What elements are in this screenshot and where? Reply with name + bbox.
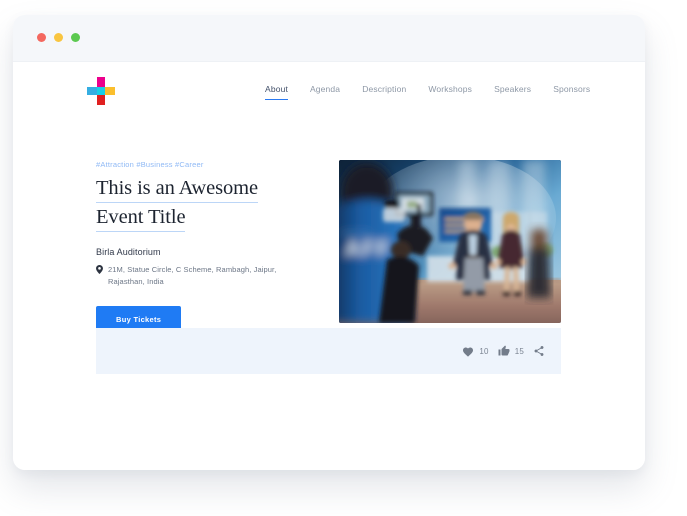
- location-pin-icon: [96, 265, 103, 274]
- nav-item-about[interactable]: About: [265, 84, 288, 100]
- site-header: About Agenda Description Workshops Speak…: [13, 62, 645, 110]
- plus-cross-logo[interactable]: [87, 77, 115, 105]
- share-icon[interactable]: [533, 345, 545, 357]
- main-navigation: About Agenda Description Workshops Speak…: [265, 84, 590, 100]
- traffic-light-buttons: [37, 33, 80, 42]
- like-action[interactable]: 10: [462, 346, 488, 357]
- zoom-window-button[interactable]: [71, 33, 80, 42]
- event-photo: AFF: [339, 160, 561, 323]
- logo-segment-left: [87, 87, 97, 95]
- thumbs-up-action[interactable]: 15: [498, 345, 524, 357]
- venue-address-row: 21M, Statue Circle, C Scheme, Rambagh, J…: [96, 264, 321, 288]
- browser-window: About Agenda Description Workshops Speak…: [13, 15, 645, 470]
- minimize-window-button[interactable]: [54, 33, 63, 42]
- close-window-button[interactable]: [37, 33, 46, 42]
- screenshot-canvas: About Agenda Description Workshops Speak…: [0, 0, 687, 516]
- logo-segment-right: [105, 87, 115, 95]
- thumbs-up-count: 15: [515, 347, 524, 356]
- nav-item-workshops[interactable]: Workshops: [428, 84, 472, 100]
- page-title-line-1: This is an Awesome: [96, 176, 258, 203]
- like-count: 10: [479, 347, 488, 356]
- venue-address: 21M, Statue Circle, C Scheme, Rambagh, J…: [108, 264, 290, 288]
- nav-item-speakers[interactable]: Speakers: [494, 84, 531, 100]
- nav-item-description[interactable]: Description: [362, 84, 406, 100]
- venue-name: Birla Auditorium: [96, 247, 321, 257]
- share-action[interactable]: [533, 345, 545, 357]
- logo-segment-top: [97, 77, 105, 87]
- event-tags: #Attraction #Business #Career: [96, 160, 321, 169]
- browser-titlebar: [13, 15, 645, 62]
- venue-address-line-2: Rajasthan, India: [108, 277, 164, 286]
- logo-segment-bottom: [97, 95, 105, 105]
- engagement-bar: 10 15: [96, 328, 561, 374]
- page-title-line-2: Event Title: [96, 205, 185, 232]
- logo-segment-center: [97, 87, 105, 95]
- thumbs-up-icon[interactable]: [498, 345, 510, 357]
- heart-icon[interactable]: [462, 346, 474, 357]
- venue-address-line-1: 21M, Statue Circle, C Scheme, Rambagh, J…: [108, 265, 276, 274]
- page-title: This is an Awesome Event Title: [96, 176, 321, 234]
- hero-text-column: #Attraction #Business #Career This is an…: [96, 160, 321, 333]
- engagement-actions: 10 15: [462, 345, 561, 357]
- page-content: About Agenda Description Workshops Speak…: [13, 62, 645, 470]
- nav-item-sponsors[interactable]: Sponsors: [553, 84, 590, 100]
- nav-item-agenda[interactable]: Agenda: [310, 84, 340, 100]
